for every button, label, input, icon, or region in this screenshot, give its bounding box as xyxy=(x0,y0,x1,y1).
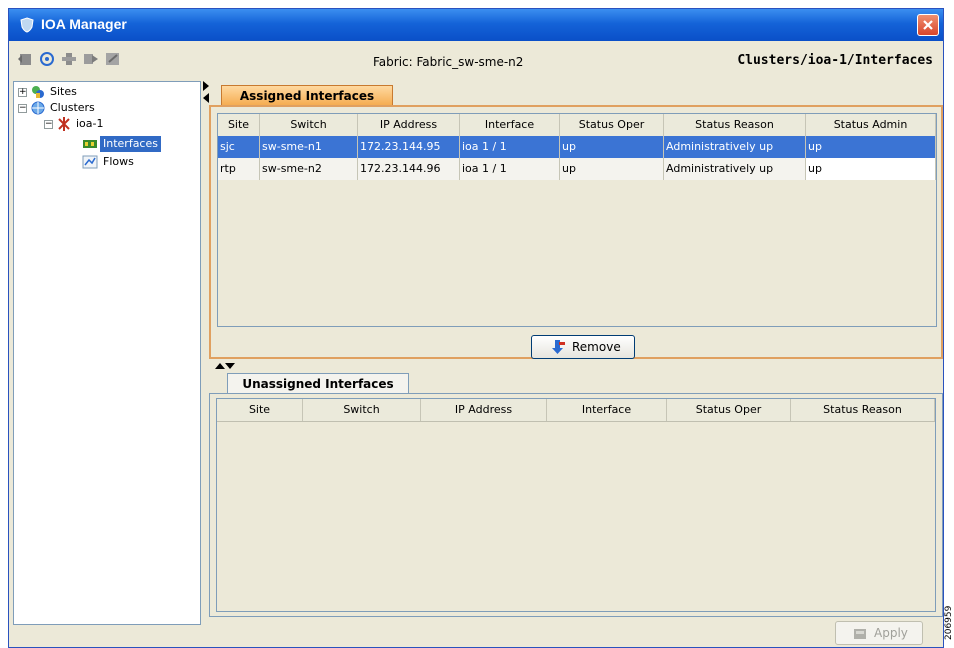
tab-assigned-interfaces[interactable]: Assigned Interfaces xyxy=(221,85,393,107)
sites-icon xyxy=(32,86,44,98)
cell-interface: ioa 1 / 1 xyxy=(460,136,560,158)
apply-button[interactable]: Apply xyxy=(835,621,923,645)
tree-item-sites[interactable]: + Sites xyxy=(14,84,194,100)
column-header[interactable]: Site xyxy=(218,114,260,136)
tree-item-clusters[interactable]: − Clusters xyxy=(14,100,194,116)
table-row[interactable]: sjc sw-sme-n1 172.23.144.95 ioa 1 / 1 up… xyxy=(218,136,936,158)
cell-interface: ioa 1 / 1 xyxy=(460,158,560,180)
cell-ip-address: 172.23.144.95 xyxy=(358,136,460,158)
assigned-interfaces-table: Site Switch IP Address Interface Status … xyxy=(217,113,937,327)
breadcrumb: Clusters/ioa-1/Interfaces xyxy=(737,53,933,68)
tree-item-ioa-1[interactable]: − ioa-1 xyxy=(14,116,194,132)
back-icon[interactable] xyxy=(17,51,33,67)
collapse-icon[interactable]: − xyxy=(44,120,53,129)
tree-label-ioa-1: ioa-1 xyxy=(76,117,104,130)
column-header[interactable]: Interface xyxy=(547,399,667,421)
window-title: IOA Manager xyxy=(41,16,127,32)
column-header[interactable]: Status Admin xyxy=(806,114,936,136)
column-header[interactable]: Status Oper xyxy=(667,399,791,421)
table-header: Site Switch IP Address Interface Status … xyxy=(217,399,935,422)
toolbar: Fabric: Fabric_sw-sme-n2 Clusters/ioa-1/… xyxy=(9,41,943,79)
apply-icon xyxy=(854,629,866,639)
navigation-tree: + Sites − Clusters − ioa-1 Interfaces Fl… xyxy=(13,81,201,625)
tree-item-flows[interactable]: Flows xyxy=(14,154,194,170)
export-icon[interactable] xyxy=(83,51,99,67)
unassigned-interfaces-panel: Site Switch IP Address Interface Status … xyxy=(209,393,943,617)
table-header: Site Switch IP Address Interface Status … xyxy=(218,114,936,137)
column-header[interactable]: Switch xyxy=(260,114,358,136)
remove-icon xyxy=(552,340,565,354)
column-header[interactable]: Status Reason xyxy=(664,114,806,136)
cell-status-reason: Administratively up xyxy=(664,136,806,158)
tree-label-flows: Flows xyxy=(103,155,134,168)
unassigned-interfaces-table: Site Switch IP Address Interface Status … xyxy=(216,398,936,612)
collapse-icon[interactable]: − xyxy=(18,104,27,113)
column-header[interactable]: Status Oper xyxy=(560,114,664,136)
column-header[interactable]: Interface xyxy=(460,114,560,136)
cell-status-reason: Administratively up xyxy=(664,158,806,180)
column-header[interactable]: Site xyxy=(217,399,303,421)
assigned-interfaces-panel: Site Switch IP Address Interface Status … xyxy=(209,105,943,359)
cell-status-oper: up xyxy=(560,158,664,180)
tree-label-clusters: Clusters xyxy=(50,101,95,114)
cell-status-admin[interactable]: up xyxy=(806,136,936,158)
column-header[interactable]: Switch xyxy=(303,399,421,421)
column-header[interactable]: IP Address xyxy=(421,399,547,421)
app-shield-icon xyxy=(20,17,34,33)
cell-status-admin[interactable]: up xyxy=(806,158,936,180)
cell-switch: sw-sme-n1 xyxy=(260,136,358,158)
discover-icon[interactable] xyxy=(39,51,55,67)
expand-icon[interactable]: + xyxy=(18,88,27,97)
remove-button[interactable]: Remove xyxy=(531,335,635,359)
title-bar[interactable]: IOA Manager xyxy=(9,9,943,41)
column-header[interactable]: Status Reason xyxy=(791,399,935,421)
column-header[interactable]: IP Address xyxy=(358,114,460,136)
cluster-icon xyxy=(58,117,70,131)
flows-icon xyxy=(82,155,98,169)
fabric-label: Fabric: Fabric_sw-sme-n2 xyxy=(373,55,524,69)
footer-bar: Apply xyxy=(9,621,943,647)
tree-label-sites: Sites xyxy=(50,85,77,98)
globe-icon xyxy=(31,101,45,115)
cell-site: sjc xyxy=(218,136,260,158)
tree-label-interfaces: Interfaces xyxy=(100,136,161,152)
apply-button-label: Apply xyxy=(874,626,908,640)
horizontal-splitter[interactable] xyxy=(215,361,235,371)
cell-ip-address: 172.23.144.96 xyxy=(358,158,460,180)
ioa-manager-window: IOA Manager Fabric: Fabric_sw-sme-n2 Clu… xyxy=(8,8,944,648)
tab-unassigned-interfaces[interactable]: Unassigned Interfaces xyxy=(227,373,409,395)
edit-icon[interactable] xyxy=(105,51,121,67)
cell-switch: sw-sme-n2 xyxy=(260,158,358,180)
close-button[interactable] xyxy=(917,14,939,36)
cell-site: rtp xyxy=(218,158,260,180)
figure-code: 206959 xyxy=(944,605,954,640)
remove-button-label: Remove xyxy=(572,340,621,354)
tree-item-interfaces[interactable]: Interfaces xyxy=(14,136,194,152)
table-row[interactable]: rtp sw-sme-n2 172.23.144.96 ioa 1 / 1 up… xyxy=(218,158,936,180)
add-icon[interactable] xyxy=(61,51,77,67)
close-icon xyxy=(923,20,933,30)
cell-status-oper: up xyxy=(560,136,664,158)
interfaces-icon xyxy=(83,140,97,148)
